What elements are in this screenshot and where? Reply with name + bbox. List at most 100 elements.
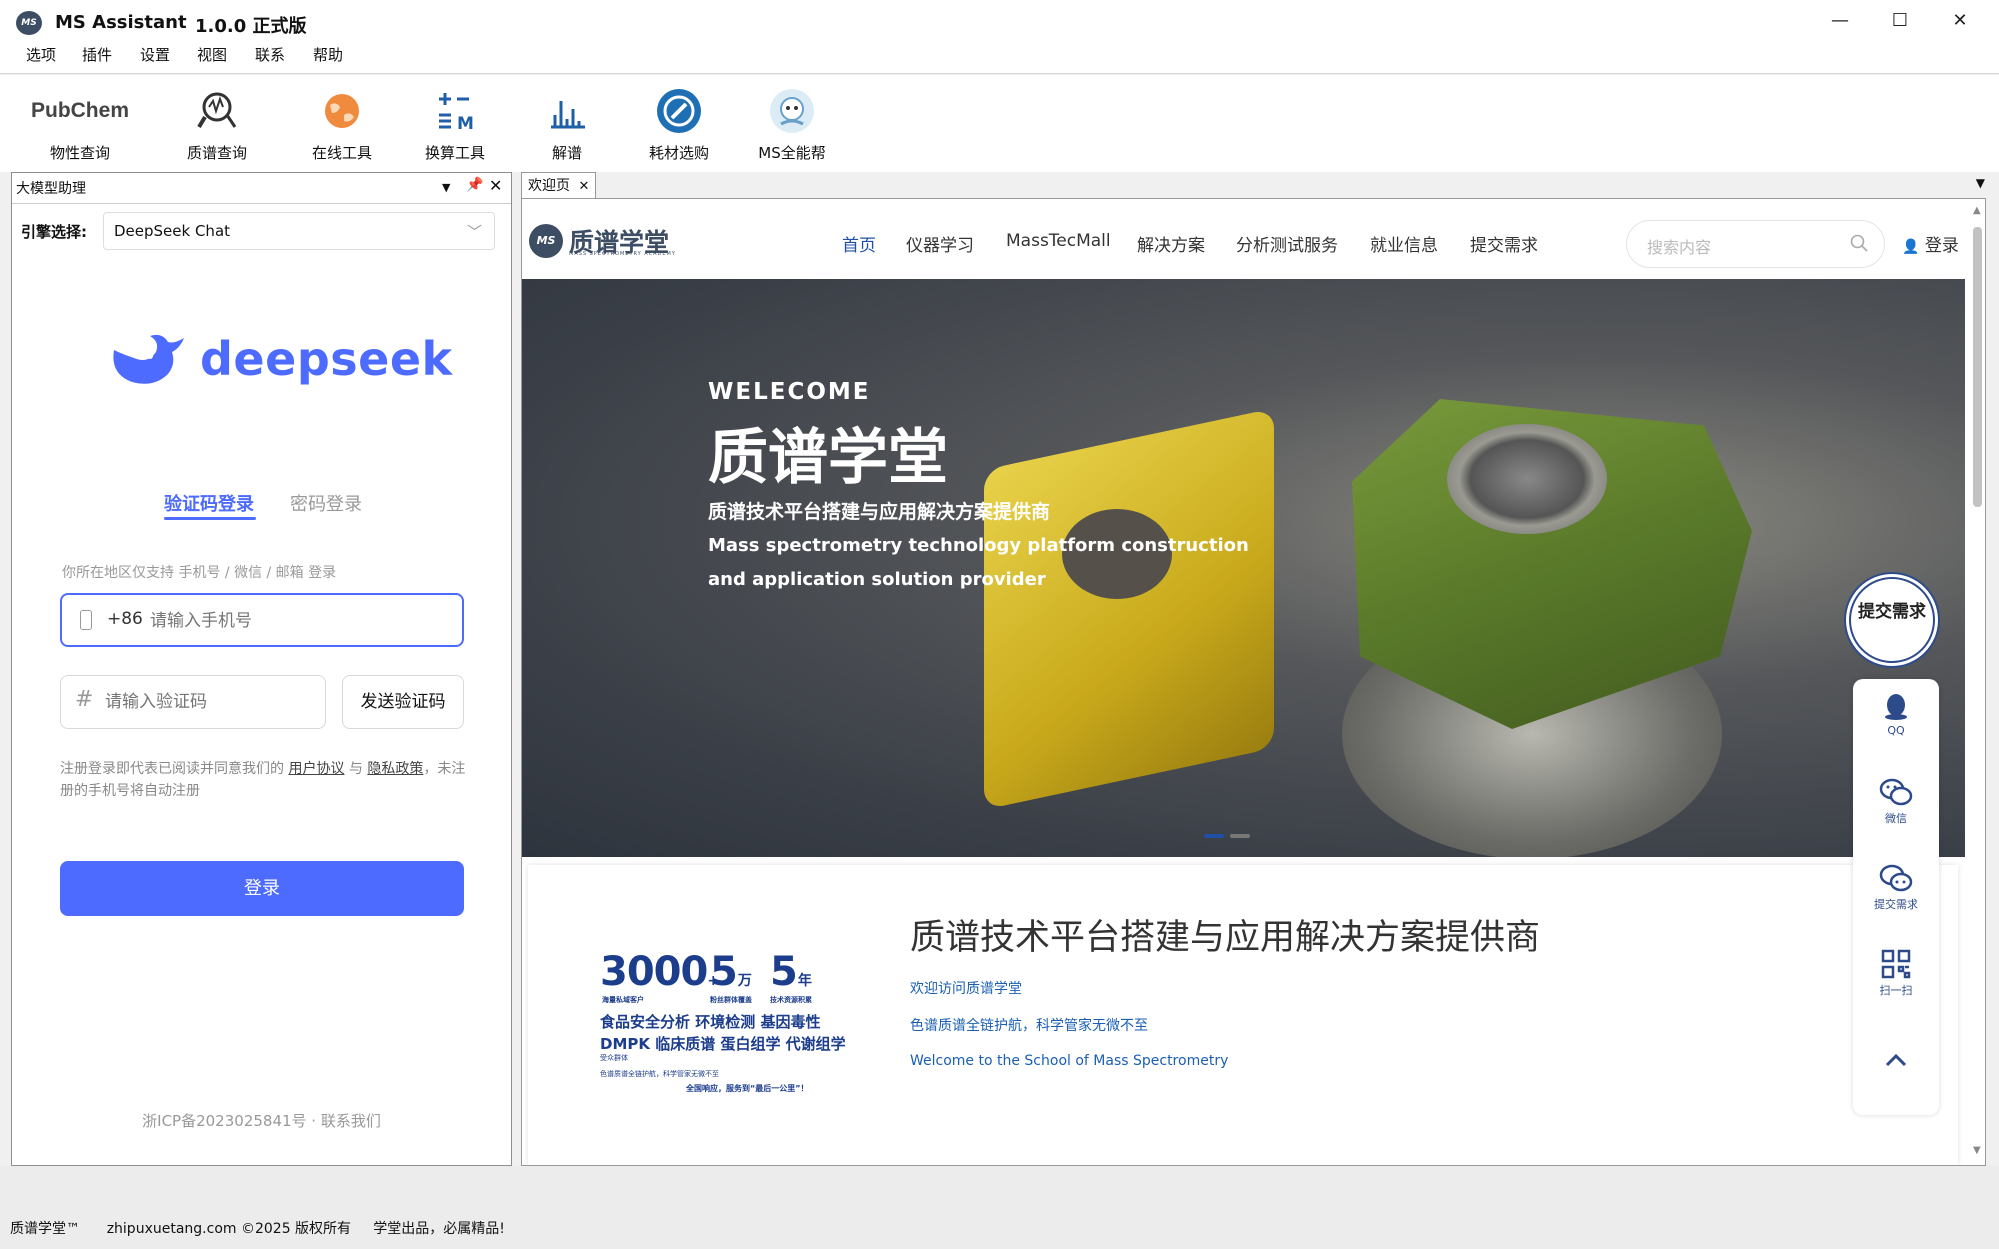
menu-help[interactable]: 帮助 <box>311 44 345 65</box>
tool-conversion[interactable]: M 换算工具 <box>400 87 510 163</box>
deepseek-logo: deepseek <box>110 330 453 388</box>
login-button[interactable]: 登录 <box>60 861 464 916</box>
tool-spectrum[interactable]: 解谱 <box>512 87 622 163</box>
site-search[interactable]: 搜索内容 <box>1626 220 1885 268</box>
agreement-prefix: 注册登录即代表已阅读并同意我们的 <box>60 761 284 777</box>
ai-assistant-panel: 大模型助理 ▼ 📌 ✕ 引擎选择: DeepSeek Chat ﹀ deepse… <box>11 172 512 1166</box>
stat-years-suffix: 年 <box>797 973 812 989</box>
wechat-icon <box>1879 778 1913 806</box>
wechat-button[interactable]: 微信 <box>1853 777 1939 826</box>
tool-ms-helper[interactable]: MS全能帮 <box>737 87 847 163</box>
tab-close-icon[interactable]: ✕ <box>578 179 589 194</box>
app-version: 1.0.0 正式版 <box>195 16 307 37</box>
panel-title: 大模型助理 <box>16 181 86 197</box>
tab-welcome[interactable]: 欢迎页 ✕ <box>521 172 597 198</box>
phone-icon <box>80 610 92 630</box>
consumables-icon <box>624 87 734 135</box>
hero-subtitle-cn: 质谱技术平台搭建与应用解决方案提供商 <box>708 501 1051 523</box>
tool-property-search[interactable]: PubChem 物性查询 <box>25 87 135 163</box>
close-window-button[interactable]: ✕ <box>1940 6 1980 36</box>
app-logo: MS <box>16 11 42 35</box>
tool-label: 换算工具 <box>424 144 485 162</box>
menu-plugins[interactable]: 插件 <box>80 44 114 65</box>
privacy-policy-link[interactable]: 隐私政策 <box>367 761 423 777</box>
spectrum-chart-icon <box>512 87 622 135</box>
nav-masstecmall[interactable]: MassTecMall <box>1006 231 1111 251</box>
hero-banner[interactable]: WELECOME 质谱学堂 质谱技术平台搭建与应用解决方案提供商 Mass sp… <box>522 279 1965 857</box>
stats-fields-caption: 受众群体 <box>600 1054 628 1062</box>
user-agreement-link[interactable]: 用户协议 <box>288 761 344 777</box>
tab-password-login[interactable]: 密码登录 <box>290 490 362 516</box>
hero-title: 质谱学堂 <box>708 423 948 493</box>
code-input[interactable] <box>105 688 315 716</box>
tool-consumables[interactable]: 耗材选购 <box>624 87 734 163</box>
menu-contact[interactable]: 联系 <box>253 44 287 65</box>
request-button[interactable]: 提交需求 <box>1853 863 1939 912</box>
back-to-top-button[interactable] <box>1853 1049 1939 1074</box>
nav-testing[interactable]: 分析测试服务 <box>1236 231 1338 256</box>
engine-select[interactable]: DeepSeek Chat ﹀ <box>103 212 495 250</box>
menu-settings[interactable]: 设置 <box>138 44 172 65</box>
submit-request-stamp[interactable]: 提交需求 <box>1849 577 1935 663</box>
intro-line-2[interactable]: 色谱质谱全链护航，科学管家无微不至 <box>910 1015 1148 1035</box>
site-login[interactable]: 👤 登录 <box>1902 231 1959 256</box>
document-tab-bar: 欢迎页 ✕ ▼ <box>517 172 1989 198</box>
phone-field[interactable]: +86 <box>60 593 464 647</box>
site-subtitle: MASS SPECTROMETRY ACADEMY <box>569 251 676 257</box>
carousel-dot[interactable] <box>1230 834 1250 838</box>
carousel-dot-active[interactable] <box>1204 834 1224 838</box>
menu-view[interactable]: 视图 <box>195 44 229 65</box>
nav-instrument[interactable]: 仪器学习 <box>906 231 974 256</box>
qr-code-icon <box>1881 949 1911 979</box>
region-hint: 你所在地区仅支持 手机号 / 微信 / 邮箱 登录 <box>62 565 337 581</box>
minimize-button[interactable]: — <box>1820 6 1860 36</box>
vertical-scrollbar[interactable]: ▲ ▼ <box>1970 199 1985 1165</box>
scroll-down-arrow[interactable]: ▼ <box>1973 1145 1981 1156</box>
search-placeholder: 搜索内容 <box>1647 238 1712 257</box>
qq-icon <box>1885 694 1907 720</box>
tool-label: 物性查询 <box>49 144 110 162</box>
phone-input[interactable] <box>150 607 450 635</box>
stats-service: 全国响应，服务到“最后一公里”！ <box>686 1084 809 1093</box>
code-field[interactable]: # <box>60 675 326 729</box>
maximize-button[interactable]: ☐ <box>1880 6 1920 36</box>
tool-label: 质谱查询 <box>186 144 247 162</box>
intro-line-1[interactable]: 欢迎访问质谱学堂 <box>910 978 1022 998</box>
active-tab-indicator <box>164 517 256 520</box>
scroll-up-arrow[interactable]: ▲ <box>1973 205 1981 216</box>
panel-dropdown-icon[interactable]: ▼ <box>442 181 450 194</box>
pin-icon[interactable]: 📌 <box>466 177 483 193</box>
tool-ms-search[interactable]: 质谱查询 <box>162 87 272 163</box>
send-code-button[interactable]: 发送验证码 <box>342 675 464 729</box>
stat-customers: 3000+ <box>600 949 719 995</box>
scan-button[interactable]: 扫一扫 <box>1853 949 1939 998</box>
tool-label: 耗材选购 <box>648 144 709 162</box>
menu-options[interactable]: 选项 <box>24 44 58 65</box>
pubchem-icon: PubChem <box>30 99 129 122</box>
calculator-icon: M <box>400 87 510 135</box>
tab-code-login[interactable]: 验证码登录 <box>164 490 254 516</box>
stat-fans-value: 5 <box>710 949 738 995</box>
nav-jobs[interactable]: 就业信息 <box>1370 231 1438 256</box>
tab-list-icon[interactable]: ▼ <box>1976 176 1985 190</box>
icp-footer[interactable]: 浙ICP备2023025841号 · 联系我们 <box>12 1110 511 1131</box>
whale-icon <box>113 334 184 384</box>
stat-fans-suffix: 万 <box>737 973 752 989</box>
intro-line-3[interactable]: Welcome to the School of Mass Spectromet… <box>910 1053 1228 1069</box>
search-icon[interactable] <box>1850 234 1868 252</box>
tool-online-tools[interactable]: 在线工具 <box>287 87 397 163</box>
nav-submit[interactable]: 提交需求 <box>1470 231 1538 256</box>
svg-text:M: M <box>457 114 474 131</box>
qq-button[interactable]: QQ <box>1853 691 1939 737</box>
panel-close-icon[interactable]: ✕ <box>489 176 502 195</box>
request-label: 提交需求 <box>1874 898 1918 911</box>
scrollbar-thumb[interactable] <box>1973 227 1982 507</box>
chevron-up-icon <box>1885 1053 1907 1067</box>
stat-customers-caption: 海量私域客户 <box>602 996 644 1004</box>
nav-home[interactable]: 首页 <box>842 231 876 256</box>
menu-bar: 选项 插件 设置 视图 联系 帮助 <box>0 42 1999 74</box>
scan-label: 扫一扫 <box>1879 984 1913 997</box>
country-code[interactable]: +86 <box>107 609 143 629</box>
hero-subtitle-en: Mass spectrometry technology platform co… <box>708 535 1249 590</box>
nav-solutions[interactable]: 解决方案 <box>1137 231 1205 256</box>
